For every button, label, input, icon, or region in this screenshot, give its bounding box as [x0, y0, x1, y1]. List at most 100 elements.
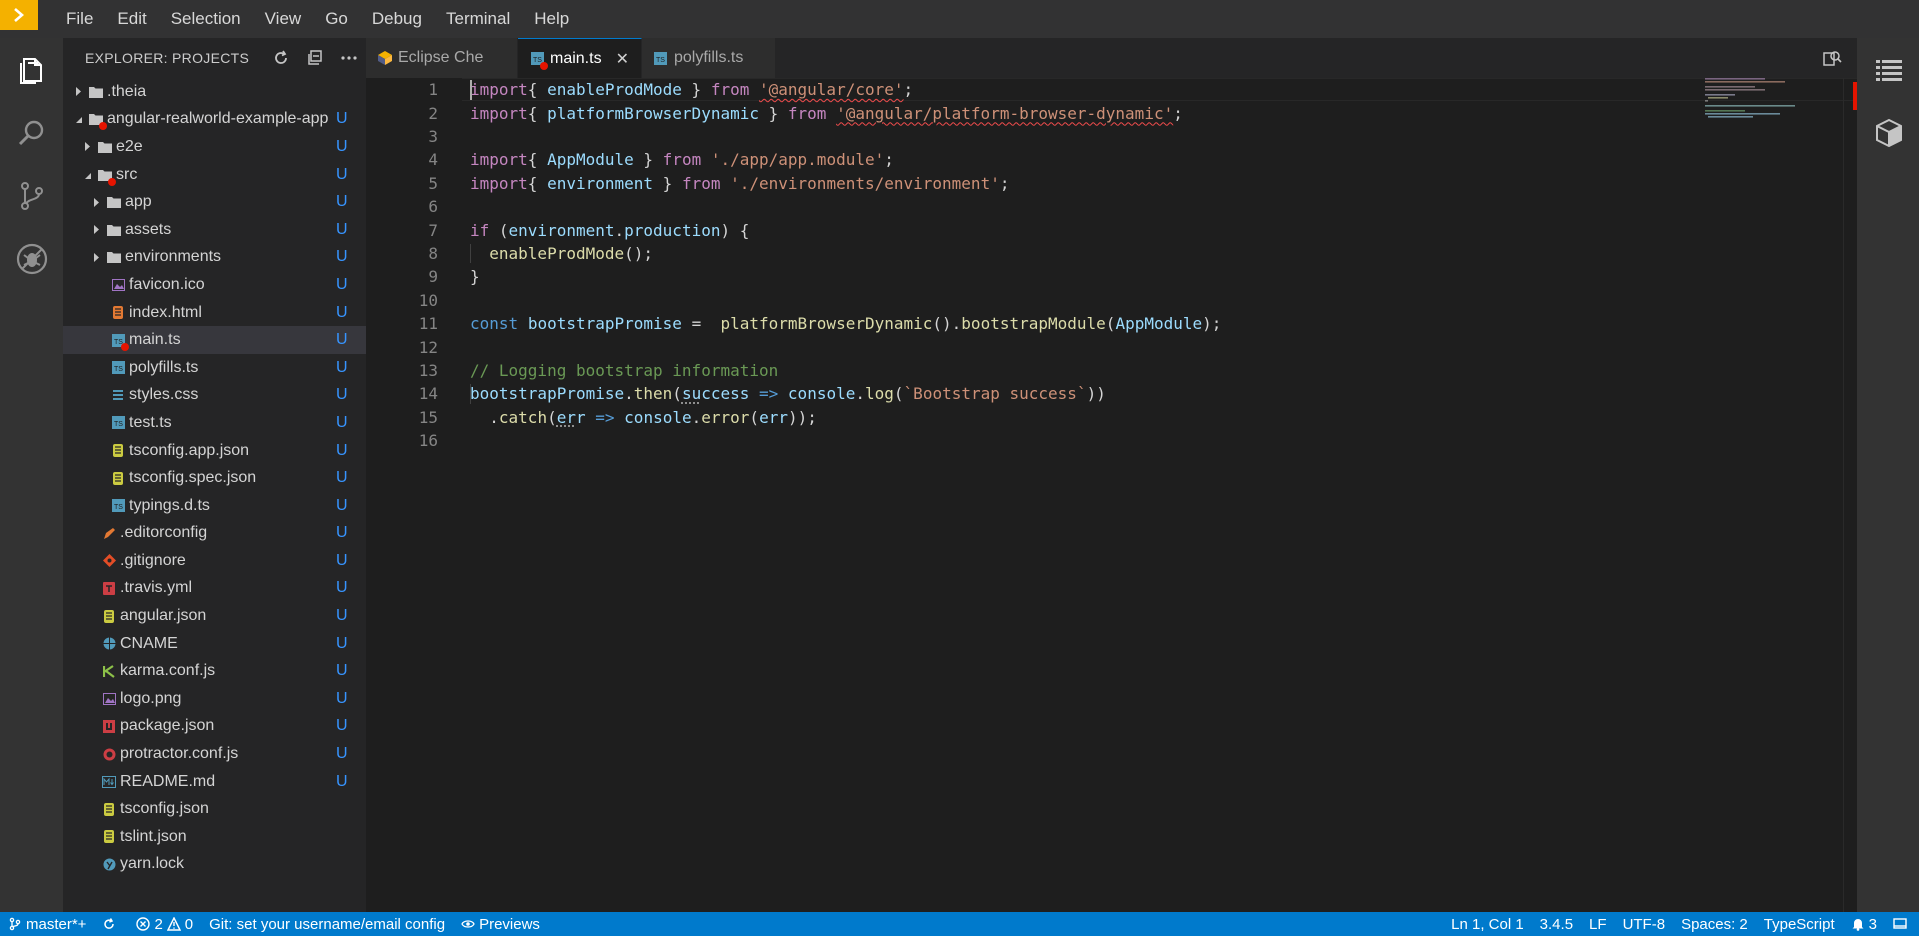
- git-branch[interactable]: master*+: [0, 912, 94, 936]
- tree-file[interactable]: index.html U: [63, 299, 366, 327]
- tree-folder[interactable]: app U: [63, 188, 366, 216]
- tree-item-label: logo.png: [120, 690, 336, 708]
- tree-file[interactable]: protractor.conf.js U: [63, 740, 366, 768]
- indentation[interactable]: Spaces: 2: [1673, 912, 1756, 936]
- open-preview-icon[interactable]: [1807, 38, 1857, 78]
- menu-selection[interactable]: Selection: [159, 0, 253, 38]
- tree-file[interactable]: tsconfig.spec.json U: [63, 464, 366, 492]
- tree-file[interactable]: TS polyfills.ts U: [63, 354, 366, 382]
- git-status-badge: U: [336, 304, 366, 322]
- ts-file-icon: TS: [530, 52, 544, 66]
- menu-terminal[interactable]: Terminal: [434, 0, 522, 38]
- tab-eclipse-che[interactable]: Eclipse Che: [366, 38, 518, 78]
- menu-help[interactable]: Help: [522, 0, 581, 38]
- vertical-scrollbar[interactable]: [1843, 78, 1857, 912]
- package-icon[interactable]: [1857, 101, 1919, 164]
- tree-file[interactable]: tslint.json: [63, 823, 366, 851]
- line-number: 7: [366, 221, 438, 240]
- menu-debug[interactable]: Debug: [360, 0, 434, 38]
- tree-folder[interactable]: src U: [63, 161, 366, 189]
- svg-text:TS: TS: [114, 421, 123, 428]
- git-file-icon: [102, 554, 116, 568]
- code-line: 8 enableProdMode();: [366, 242, 1857, 265]
- code-editor[interactable]: 1 import{ enableProdMode } from '@angular…: [366, 78, 1857, 912]
- folder-icon: [107, 223, 121, 237]
- search-icon[interactable]: [0, 101, 63, 164]
- chevron-right-icon[interactable]: [89, 195, 103, 209]
- tree-item-label: polyfills.ts: [129, 359, 336, 377]
- tree-file[interactable]: yarn.lock: [63, 851, 366, 879]
- tab-polyfills-ts[interactable]: TS polyfills.ts: [642, 38, 776, 78]
- code-text: import{ environment } from './environmen…: [470, 174, 1009, 193]
- git-message[interactable]: Git: set your username/email config: [201, 912, 453, 936]
- sync-button[interactable]: [94, 912, 128, 936]
- tree-file[interactable]: karma.conf.js U: [63, 657, 366, 685]
- bell-icon: [1851, 917, 1865, 931]
- tree-file[interactable]: TS typings.d.ts U: [63, 492, 366, 520]
- tree-file[interactable]: logo.png U: [63, 685, 366, 713]
- menu-edit[interactable]: Edit: [105, 0, 158, 38]
- folder-icon: [107, 250, 121, 264]
- tree-file[interactable]: README.md U: [63, 768, 366, 796]
- notifications[interactable]: 3: [1843, 912, 1885, 936]
- cursor-position[interactable]: Ln 1, Col 1: [1443, 912, 1532, 936]
- tab-main-ts[interactable]: TS main.ts ✕: [518, 38, 642, 78]
- source-control-icon[interactable]: [0, 164, 63, 227]
- code-text: bootstrapPromise.then(success => console…: [470, 384, 1106, 403]
- explorer-sidebar: EXPLORER: PROJECTS .theia angular-realwor…: [63, 38, 366, 912]
- tab-label: polyfills.ts: [674, 49, 743, 67]
- chevron-down-icon[interactable]: [71, 112, 85, 126]
- chevron-down-icon[interactable]: [80, 168, 94, 182]
- tree-item-label: package.json: [120, 717, 336, 735]
- debug-icon[interactable]: [0, 227, 63, 290]
- line-number: 8: [366, 244, 438, 263]
- tree-file[interactable]: tsconfig.app.json U: [63, 437, 366, 465]
- tree-file[interactable]: angular.json U: [63, 602, 366, 630]
- more-actions-icon[interactable]: [332, 38, 366, 78]
- tree-folder[interactable]: environments U: [63, 244, 366, 272]
- git-status-badge: U: [336, 579, 366, 597]
- tree-file[interactable]: .gitignore U: [63, 547, 366, 575]
- line-number: 2: [366, 104, 438, 123]
- tree-file[interactable]: package.json U: [63, 713, 366, 741]
- tree-file[interactable]: .editorconfig U: [63, 520, 366, 548]
- outline-icon[interactable]: [1857, 38, 1919, 101]
- chevron-right-icon[interactable]: [89, 223, 103, 237]
- line-number: 10: [366, 291, 438, 310]
- collapse-all-icon[interactable]: [298, 38, 332, 78]
- minimap[interactable]: [1705, 78, 1801, 138]
- problems-indicator[interactable]: 2 0: [128, 912, 201, 936]
- explorer-icon[interactable]: [0, 38, 63, 101]
- language-mode[interactable]: TypeScript: [1756, 912, 1843, 936]
- chevron-right-icon[interactable]: [89, 250, 103, 264]
- file-encoding[interactable]: UTF-8: [1615, 912, 1674, 936]
- end-of-line[interactable]: LF: [1581, 912, 1615, 936]
- chevron-right-icon[interactable]: [71, 85, 85, 99]
- tree-file[interactable]: CNAME U: [63, 630, 366, 658]
- code-line: 5 import{ environment } from './environme…: [366, 172, 1857, 195]
- tree-folder[interactable]: assets U: [63, 216, 366, 244]
- tree-folder[interactable]: e2e U: [63, 133, 366, 161]
- feedback-button[interactable]: [1885, 912, 1919, 936]
- tree-folder[interactable]: .theia: [63, 78, 366, 106]
- tree-indent: [80, 857, 98, 871]
- code-text: import{ enableProdMode } from '@angular/…: [470, 80, 913, 99]
- menu-go[interactable]: Go: [313, 0, 360, 38]
- previews-button[interactable]: Previews: [453, 912, 548, 936]
- chevron-right-icon[interactable]: [80, 140, 94, 154]
- tree-file[interactable]: TS test.ts U: [63, 409, 366, 437]
- tree-file[interactable]: TS main.ts U: [63, 326, 366, 354]
- refresh-icon[interactable]: [264, 38, 298, 78]
- typescript-version[interactable]: 3.4.5: [1532, 912, 1581, 936]
- tree-file[interactable]: favicon.ico U: [63, 271, 366, 299]
- tree-file[interactable]: .travis.yml U: [63, 575, 366, 603]
- menu-view[interactable]: View: [253, 0, 314, 38]
- tree-item-label: assets: [125, 221, 336, 239]
- menu-file[interactable]: File: [54, 0, 105, 38]
- tree-file[interactable]: styles.css U: [63, 382, 366, 410]
- tree-file[interactable]: tsconfig.json: [63, 795, 366, 823]
- che-logo-icon[interactable]: [0, 0, 38, 30]
- close-tab-icon[interactable]: ✕: [616, 49, 629, 69]
- tree-folder[interactable]: angular-realworld-example-app U: [63, 106, 366, 134]
- git-status-badge: U: [336, 607, 366, 625]
